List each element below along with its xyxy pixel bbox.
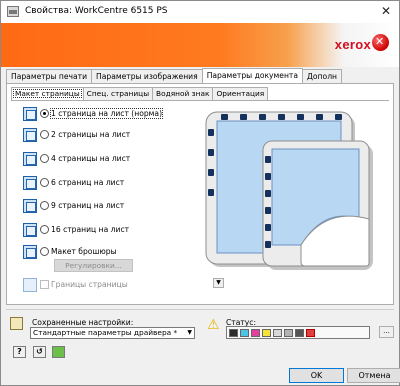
xerox-logo-text: xerox bbox=[334, 37, 371, 52]
one-page-icon bbox=[23, 107, 37, 121]
layout-preview bbox=[205, 111, 373, 270]
status-black-toner-icon bbox=[229, 328, 238, 337]
page-borders-checkbox[interactable] bbox=[40, 280, 49, 289]
status-output-icon bbox=[295, 328, 304, 337]
title-bar: Свойства: WorkCentre 6515 PS ✕ bbox=[1, 1, 399, 23]
status-panel[interactable] bbox=[226, 326, 370, 339]
page-borders-label: Границы страницы bbox=[51, 280, 128, 289]
status-more-button[interactable]: ... bbox=[379, 326, 394, 338]
label-9up: 9 страниц на лист bbox=[51, 201, 125, 210]
two-pages-icon bbox=[23, 128, 37, 142]
tab-page-layout[interactable]: Макет страницы bbox=[11, 87, 84, 100]
status-alert-icon bbox=[306, 328, 315, 337]
divider bbox=[6, 309, 394, 310]
close-button[interactable]: ✕ bbox=[381, 4, 391, 18]
xerox-banner: xerox bbox=[1, 23, 399, 67]
radio-1up[interactable] bbox=[40, 109, 49, 118]
page-borders-icon bbox=[23, 278, 37, 292]
warning-icon: ⚠ bbox=[207, 317, 220, 333]
label-booklet: Макет брошюры bbox=[51, 247, 117, 256]
reset-button[interactable]: ↺ bbox=[33, 346, 46, 358]
ok-button[interactable]: OK bbox=[289, 368, 344, 383]
eco-settings-button[interactable] bbox=[52, 346, 65, 358]
radio-6up[interactable] bbox=[40, 178, 49, 187]
adjustments-button[interactable]: Регулировки... bbox=[54, 259, 133, 272]
status-paper-icon bbox=[284, 328, 293, 337]
cancel-button[interactable]: Отмена bbox=[347, 368, 400, 383]
printer-properties-dialog: Свойства: WorkCentre 6515 PS ✕ xerox Пар… bbox=[0, 0, 400, 386]
label-16up: 16 страниц на лист bbox=[51, 225, 130, 234]
help-button[interactable]: ? bbox=[13, 346, 26, 358]
tab-special-pages[interactable]: Спец. страницы bbox=[82, 87, 154, 100]
radio-booklet[interactable] bbox=[40, 247, 49, 256]
saved-settings-label: Сохраненные настройки: bbox=[32, 318, 134, 327]
label-4up: 4 страницы на лист bbox=[51, 154, 131, 163]
four-pages-icon bbox=[23, 152, 37, 166]
chevron-down-icon: ▼ bbox=[187, 329, 192, 336]
status-tray-icon bbox=[273, 328, 282, 337]
status-yellow-toner-icon bbox=[262, 328, 271, 337]
printer-icon bbox=[7, 6, 19, 17]
radio-2up[interactable] bbox=[40, 130, 49, 139]
status-magenta-toner-icon bbox=[251, 328, 260, 337]
status-cyan-toner-icon bbox=[240, 328, 249, 337]
tab-advanced[interactable]: Дополн bbox=[302, 69, 343, 83]
label-6up: 6 страниц на лист bbox=[51, 178, 125, 187]
tab-watermark[interactable]: Водяной знак bbox=[152, 87, 214, 100]
tab-print-options[interactable]: Параметры печати bbox=[6, 69, 93, 83]
nine-pages-icon bbox=[23, 199, 37, 213]
main-tabs: Параметры печати Параметры изображения П… bbox=[6, 68, 343, 83]
sixteen-pages-icon bbox=[23, 223, 37, 237]
saved-settings-value: Стандартные параметры драйвера * bbox=[33, 328, 178, 337]
xerox-logo-icon bbox=[372, 34, 389, 51]
label-1up: 1 страница на лист (норма) bbox=[49, 108, 164, 119]
radio-4up[interactable] bbox=[40, 154, 49, 163]
booklet-icon bbox=[23, 245, 37, 259]
window-title: Свойства: WorkCentre 6515 PS bbox=[25, 6, 168, 16]
tab-image-options[interactable]: Параметры изображения bbox=[91, 69, 203, 83]
tab-document-options[interactable]: Параметры документа bbox=[201, 68, 303, 83]
label-2up: 2 страницы на лист bbox=[51, 130, 131, 139]
sub-tabs: Макет страницы Спец. страницы Водяной зн… bbox=[11, 87, 269, 100]
six-pages-icon bbox=[23, 176, 37, 190]
tab-orientation[interactable]: Ориентация bbox=[212, 87, 269, 100]
preview-dropdown-button[interactable]: ▼ bbox=[213, 278, 224, 288]
saved-settings-icon bbox=[10, 317, 23, 330]
radio-16up[interactable] bbox=[40, 225, 49, 234]
radio-9up[interactable] bbox=[40, 201, 49, 210]
saved-settings-dropdown[interactable]: Стандартные параметры драйвера * ▼ bbox=[30, 327, 195, 339]
